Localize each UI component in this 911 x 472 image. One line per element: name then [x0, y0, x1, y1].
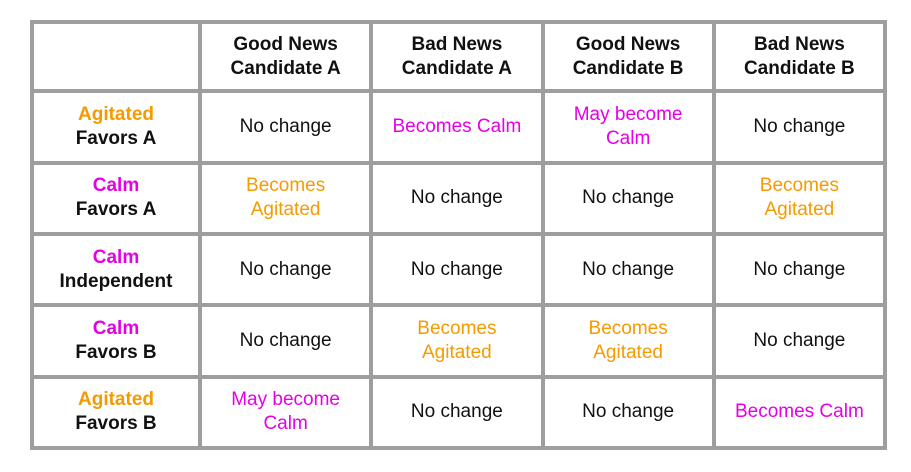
outcome-line2: Agitated [422, 341, 492, 363]
outcome-cell: May become Calm [544, 93, 712, 161]
outcome-line2: Agitated [593, 341, 663, 363]
outcome-cell: Becomes Agitated [715, 164, 883, 232]
voter-state: Calm [92, 317, 140, 339]
header-cell: Bad News Candidate B [715, 24, 883, 90]
outcome-cell: Becomes Agitated [544, 307, 712, 375]
header-line2: Candidate B [572, 57, 684, 79]
outcome-line1: No change [582, 401, 675, 423]
outcome-cell: No change [202, 93, 370, 161]
outcome-line1: Becomes [246, 175, 326, 197]
voter-stance: Independent [59, 270, 173, 292]
outcome-cell: Becomes Agitated [202, 164, 370, 232]
header-line2: Candidate A [230, 57, 341, 79]
header-line1: Good News [575, 33, 681, 55]
outcome-line1: No change [753, 115, 846, 137]
row-header-cell: Agitated Favors A [34, 93, 198, 161]
table-row: Calm Favors A Becomes Agitated No change… [34, 164, 883, 232]
voter-stance: Favors B [75, 341, 157, 363]
voter-stance: Favors A [75, 127, 157, 149]
outcome-line1: No change [239, 115, 332, 137]
outcome-cell: No change [373, 164, 541, 232]
row-header-cell: Agitated Favors B [34, 378, 198, 446]
header-cell: Bad News Candidate A [373, 24, 541, 90]
outcome-cell: Becomes Agitated [373, 307, 541, 375]
header-line2: Candidate B [743, 57, 855, 79]
corner-cell [34, 24, 198, 90]
outcome-line1: No change [753, 329, 846, 351]
outcome-line2: Calm [605, 127, 651, 149]
table-row: Agitated Favors A No change Becomes Calm… [34, 93, 883, 161]
outcome-cell: No change [715, 307, 883, 375]
outcome-cell: No change [544, 378, 712, 446]
outcome-line1: Becomes [588, 317, 668, 339]
voter-stance: Favors A [75, 199, 157, 221]
row-header-cell: Calm Favors A [34, 164, 198, 232]
outcome-line1: May become [231, 389, 341, 411]
outcome-line1: No change [410, 401, 503, 423]
voter-state: Calm [92, 246, 140, 268]
outcome-line1: Becomes [759, 175, 839, 197]
table-row: Calm Favors B No change Becomes Agitated… [34, 307, 883, 375]
outcome-line1: No change [582, 258, 675, 280]
outcome-line1: Becomes Calm [392, 115, 522, 137]
state-transition-table: Good News Candidate A Bad News Candidate… [30, 20, 887, 450]
outcome-line1: No change [239, 329, 332, 351]
outcome-cell: No change [202, 235, 370, 304]
outcome-cell: No change [715, 235, 883, 304]
header-line1: Bad News [753, 33, 845, 55]
header-row: Good News Candidate A Bad News Candidate… [34, 24, 883, 90]
transition-table-frame: Good News Candidate A Bad News Candidate… [30, 20, 887, 450]
outcome-cell: No change [373, 378, 541, 446]
outcome-cell: No change [373, 235, 541, 304]
outcome-cell: Becomes Calm [373, 93, 541, 161]
table-row: Agitated Favors B May become Calm No cha… [34, 378, 883, 446]
header-line1: Bad News [411, 33, 503, 55]
outcome-cell: May become Calm [202, 378, 370, 446]
outcome-cell: No change [544, 235, 712, 304]
outcome-line1: No change [239, 258, 332, 280]
outcome-line1: Becomes [417, 317, 497, 339]
outcome-cell: No change [715, 93, 883, 161]
outcome-cell: No change [544, 164, 712, 232]
outcome-line1: May become [573, 103, 683, 125]
header-line2: Candidate A [401, 57, 512, 79]
outcome-line1: No change [753, 258, 846, 280]
row-header-cell: Calm Favors B [34, 307, 198, 375]
outcome-line1: No change [410, 187, 503, 209]
header-line1: Good News [233, 33, 338, 55]
outcome-line1: No change [582, 187, 675, 209]
voter-state: Agitated [78, 103, 154, 125]
voter-stance: Favors B [75, 413, 157, 435]
voter-state: Agitated [78, 389, 154, 411]
header-cell: Good News Candidate A [202, 24, 370, 90]
row-header-cell: Calm Independent [34, 235, 198, 304]
outcome-line1: Becomes Calm [734, 401, 864, 423]
outcome-line2: Calm [263, 413, 308, 435]
outcome-line2: Agitated [764, 199, 835, 221]
outcome-cell: No change [202, 307, 370, 375]
table-row: Calm Independent No change No change No … [34, 235, 883, 304]
outcome-line2: Agitated [250, 199, 321, 221]
outcome-line1: No change [410, 258, 503, 280]
header-cell: Good News Candidate B [544, 24, 712, 90]
voter-state: Calm [92, 175, 140, 197]
outcome-cell: Becomes Calm [715, 378, 883, 446]
